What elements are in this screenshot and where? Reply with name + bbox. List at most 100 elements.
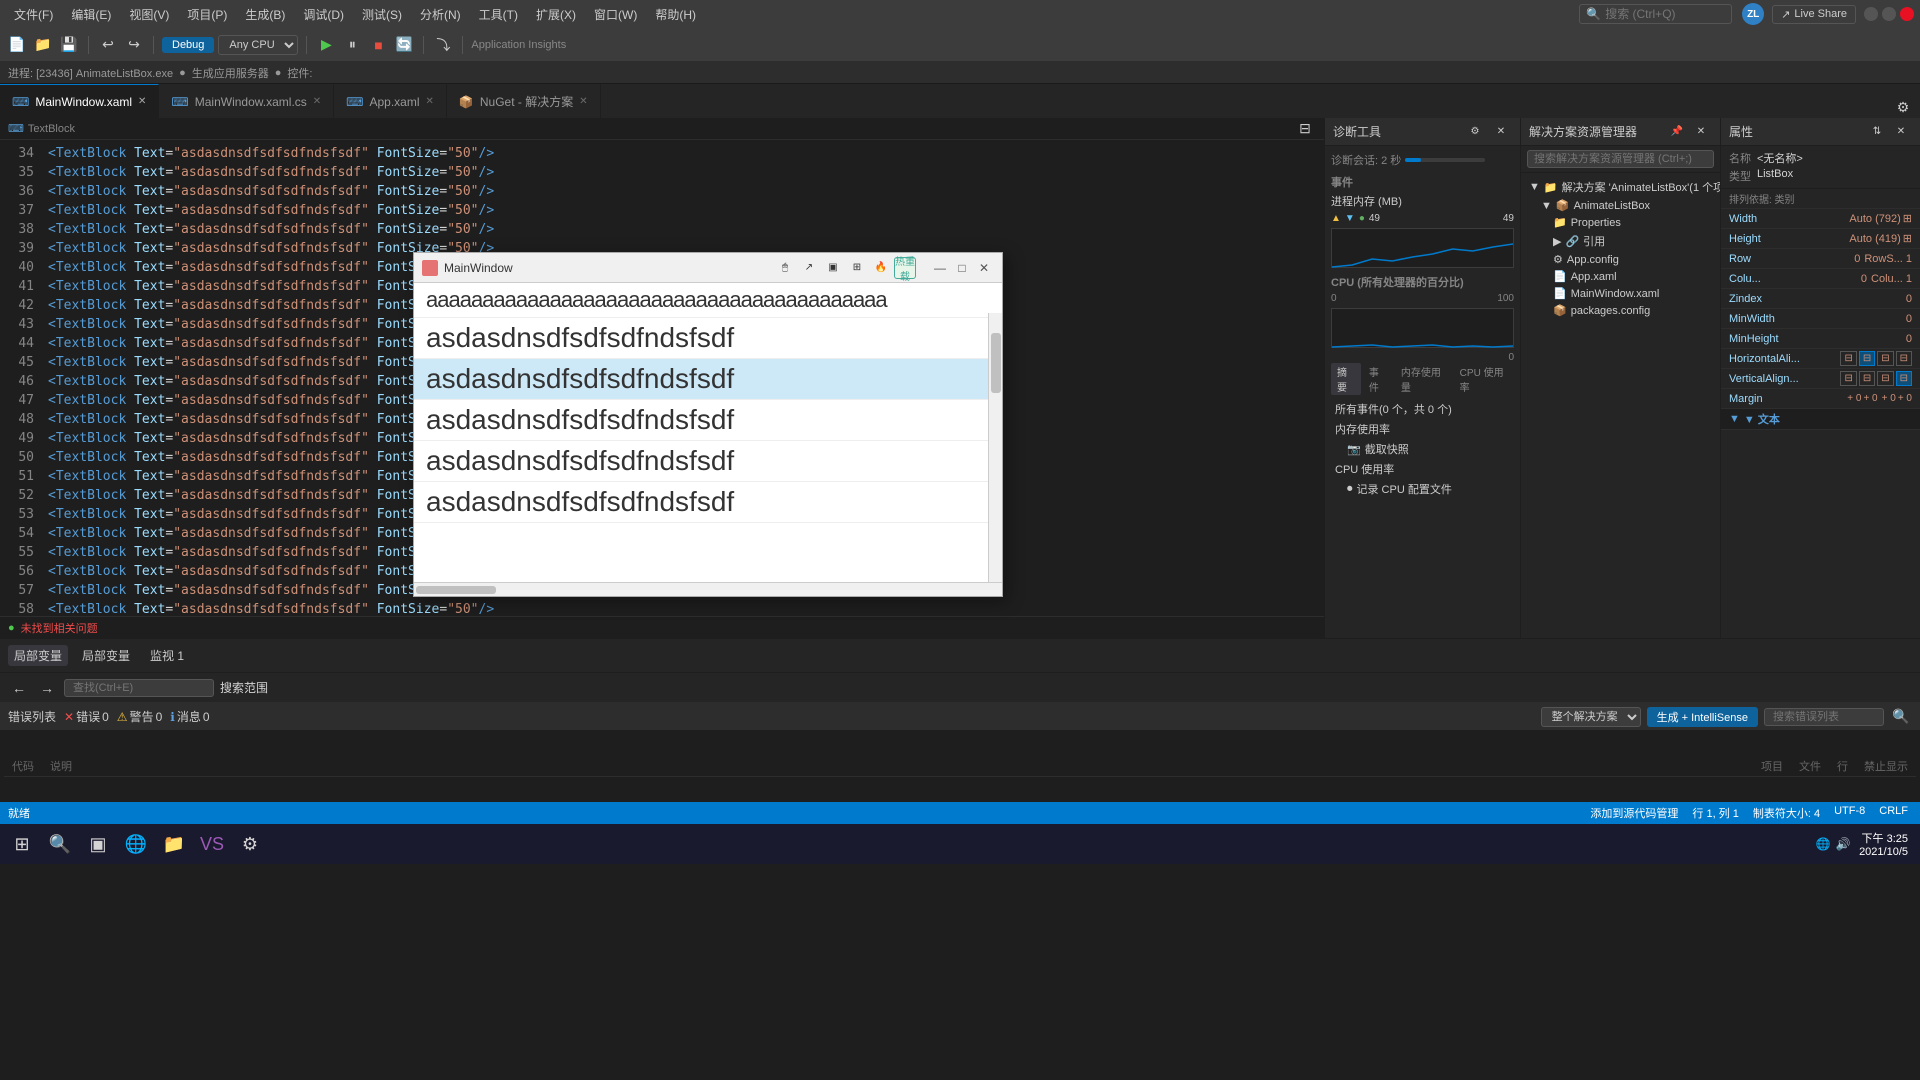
float-toolbar-2[interactable]: ↗: [798, 257, 820, 279]
diag-settings[interactable]: ⚙: [1464, 121, 1486, 143]
prop-zindex-value[interactable]: 0: [1906, 293, 1912, 305]
status-add-code[interactable]: 添加到源代码管理: [1586, 805, 1682, 821]
tab-mainwindow-xaml[interactable]: ⌨ MainWindow.xaml ✕: [0, 84, 159, 118]
local-tab-2[interactable]: 监视 1: [144, 645, 190, 666]
text-section[interactable]: ▼ ▼ 文本: [1721, 409, 1920, 430]
search-next-btn[interactable]: →: [36, 677, 58, 699]
menu-debug[interactable]: 调试(D): [295, 3, 352, 26]
taskbar-task-view[interactable]: ▣: [80, 826, 116, 862]
status-crlf[interactable]: CRLF: [1875, 805, 1912, 821]
search-input[interactable]: [64, 679, 214, 697]
tray-volume[interactable]: 🔊: [1835, 836, 1851, 852]
close-button[interactable]: [1900, 7, 1914, 21]
float-toolbar-3[interactable]: ▣: [822, 257, 844, 279]
float-scrollbar-y[interactable]: [988, 313, 1002, 582]
float-list[interactable]: aaaaaaaaaaaaaaaaaaaaaaaaaaaaaaaaaaaaaaaa…: [414, 283, 1002, 582]
record-cpu-item[interactable]: ⏺ 记录 CPU 配置文件: [1343, 479, 1514, 499]
menu-file[interactable]: 文件(F): [6, 3, 61, 26]
diag-close[interactable]: ✕: [1490, 121, 1512, 143]
toolbar-pause[interactable]: ⏸: [341, 34, 363, 56]
tab-app-xaml[interactable]: ⌨ App.xaml ✕: [334, 84, 447, 118]
tab-panel-toggle[interactable]: ⚙: [1892, 96, 1914, 118]
toolbar-run[interactable]: ▶: [315, 34, 337, 56]
toolbar-stop[interactable]: ■: [367, 34, 389, 56]
taskbar-vs[interactable]: VS: [194, 826, 230, 862]
debug-button[interactable]: Debug: [162, 37, 214, 53]
props-sort[interactable]: ⇅: [1866, 121, 1888, 143]
local-tab-1[interactable]: 局部变量: [76, 645, 136, 666]
float-list-item-1[interactable]: asdasdnsdfsdfsdfndsfsdf: [414, 318, 1002, 359]
tab-close-4[interactable]: ✕: [579, 96, 587, 107]
sol-item-mainwindow[interactable]: 📄 MainWindow.xaml: [1521, 285, 1720, 302]
toolbar-redo[interactable]: ↪: [123, 34, 145, 56]
live-share-button[interactable]: ↗ Live Share: [1772, 5, 1856, 24]
menu-view[interactable]: 视图(V): [121, 3, 177, 26]
solution-scope-dropdown[interactable]: 整个解决方案: [1541, 707, 1641, 727]
menu-build[interactable]: 生成(B): [237, 3, 293, 26]
taskbar-edge[interactable]: 🌐: [118, 826, 154, 862]
toolbar-new[interactable]: 📄: [6, 34, 28, 56]
solution-search-input[interactable]: [1527, 150, 1714, 168]
prop-minwidth-value[interactable]: 0: [1906, 313, 1912, 325]
sol-item-project[interactable]: ▼ 📦 AnimateListBox: [1521, 197, 1720, 214]
snapshot-item[interactable]: 📷 截取快照: [1343, 439, 1514, 459]
tab-close-2[interactable]: ✕: [313, 96, 321, 107]
float-maximize-btn[interactable]: □: [952, 258, 972, 278]
prop-valign-value[interactable]: ⊟ ⊟ ⊟ ⊟: [1840, 371, 1912, 386]
tray-network[interactable]: 🌐: [1815, 836, 1831, 852]
sol-item-references[interactable]: ▶ 🔗 引用: [1521, 231, 1720, 251]
float-list-item-5[interactable]: asdasdnsdfsdfsdfndsfsdf: [414, 482, 1002, 523]
memory-usage-item[interactable]: 内存使用率: [1331, 419, 1514, 439]
diag-tab-cpu[interactable]: CPU 使用率: [1454, 363, 1514, 395]
diag-tab-memory[interactable]: 内存使用量: [1395, 363, 1452, 395]
sol-item-solution[interactable]: ▼ 📁 解决方案 'AnimateListBox'(1 个项目/共 1 个): [1521, 177, 1720, 197]
cpu-usage-item[interactable]: CPU 使用率: [1331, 459, 1514, 479]
diag-tab-summary[interactable]: 摘要: [1331, 363, 1361, 395]
sol-item-appconfig[interactable]: ⚙ App.config: [1521, 251, 1720, 268]
prop-minheight-value[interactable]: 0: [1906, 333, 1912, 345]
prop-width-value[interactable]: Auto (792) ⊞: [1849, 212, 1912, 225]
float-list-item-2[interactable]: asdasdnsdfsdfsdfndsfsdf: [414, 359, 1002, 400]
prop-halign-value[interactable]: ⊟ ⊟ ⊟ ⊟: [1840, 351, 1912, 366]
minimize-button[interactable]: [1864, 7, 1878, 21]
prop-row-value[interactable]: 0 RowS... 1: [1854, 253, 1912, 265]
tab-close-1[interactable]: ✕: [138, 96, 146, 107]
toolbar-open[interactable]: 📁: [32, 34, 54, 56]
taskbar-start[interactable]: ⊞: [4, 826, 40, 862]
menu-edit[interactable]: 编辑(E): [63, 3, 119, 26]
local-tab-0[interactable]: 局部变量: [8, 645, 68, 666]
menu-tools[interactable]: 工具(T): [471, 3, 526, 26]
float-toolbar-4[interactable]: ⊞: [846, 257, 868, 279]
prop-height-value[interactable]: Auto (419) ⊞: [1849, 232, 1912, 245]
sol-close[interactable]: ✕: [1690, 121, 1712, 143]
menu-help[interactable]: 帮助(H): [647, 3, 704, 26]
tab-mainwindow-cs[interactable]: ⌨ MainWindow.xaml.cs ✕: [159, 84, 334, 118]
build-intellisense-btn[interactable]: 生成 + IntelliSense: [1647, 707, 1758, 727]
toolbar-restart[interactable]: 🔄: [393, 34, 415, 56]
float-toolbar-5[interactable]: 🔥: [870, 257, 892, 279]
float-list-item-0[interactable]: aaaaaaaaaaaaaaaaaaaaaaaaaaaaaaaaaaaaaaaa…: [414, 283, 1002, 318]
sol-pin[interactable]: 📌: [1666, 121, 1688, 143]
menu-extensions[interactable]: 扩展(X): [528, 3, 584, 26]
menu-window[interactable]: 窗口(W): [586, 3, 645, 26]
split-editor-btn[interactable]: ⊟: [1294, 118, 1316, 140]
cpu-target-dropdown[interactable]: Any CPU: [218, 35, 298, 55]
user-avatar[interactable]: ZL: [1742, 3, 1764, 25]
float-list-item-3[interactable]: asdasdnsdfsdfsdfndsfsdf: [414, 400, 1002, 441]
taskbar-explorer[interactable]: 📁: [156, 826, 192, 862]
sol-item-properties[interactable]: 📁 Properties: [1521, 214, 1720, 231]
status-row-col[interactable]: 行 1, 列 1: [1688, 805, 1742, 821]
float-hot-reload[interactable]: 热重载: [894, 257, 916, 279]
props-close[interactable]: ✕: [1890, 121, 1912, 143]
float-list-item-4[interactable]: asdasdnsdfsdfsdfndsfsdf: [414, 441, 1002, 482]
float-scrollbar-x[interactable]: [414, 582, 1002, 596]
diag-tab-events[interactable]: 事件: [1363, 363, 1393, 395]
prop-margin-value[interactable]: + 0+ 0 + 0+ 0: [1847, 393, 1912, 404]
toolbar-save[interactable]: 💾: [58, 34, 80, 56]
prop-col-value[interactable]: 0 Colu... 1: [1861, 273, 1912, 285]
tab-close-3[interactable]: ✕: [426, 96, 434, 107]
status-encoding[interactable]: UTF-8: [1830, 805, 1869, 821]
menu-project[interactable]: 项目(P): [179, 3, 235, 26]
menu-analyze[interactable]: 分析(N): [412, 3, 469, 26]
error-search-btn[interactable]: 🔍: [1890, 706, 1912, 728]
